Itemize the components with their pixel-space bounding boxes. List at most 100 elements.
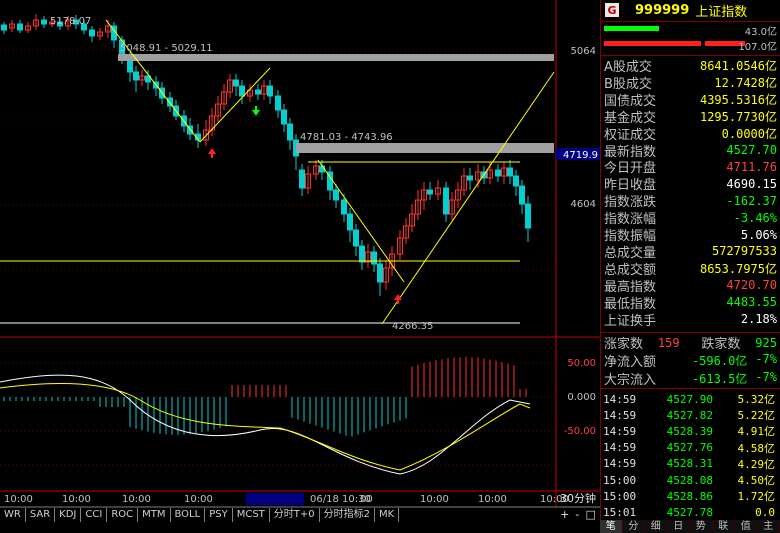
price-axis-label: 4604 bbox=[571, 199, 596, 210]
tick-time: 15:00 bbox=[603, 473, 637, 487]
period-selector[interactable]: 30分钟 bbox=[557, 492, 599, 506]
time-axis-label: 10:00 bbox=[62, 494, 91, 505]
tick-volume: 4.50亿 bbox=[737, 474, 776, 487]
candle-body bbox=[513, 175, 519, 187]
candle-body bbox=[287, 123, 293, 141]
fullscreen-button[interactable]: □ bbox=[586, 508, 596, 522]
indicator-tab[interactable]: 分时指标2 bbox=[320, 508, 376, 522]
tick-volume: 5.32亿 bbox=[737, 393, 776, 406]
candle-body bbox=[299, 169, 305, 189]
quote-value: 4395.5316亿 bbox=[699, 92, 777, 107]
sell-arrow-icon bbox=[252, 106, 260, 116]
quote-value: 4527.70 bbox=[726, 143, 777, 157]
candle-body bbox=[239, 85, 245, 97]
tick-price: 4528.39 bbox=[666, 424, 713, 438]
flow-pct: -7% bbox=[755, 352, 777, 366]
candle-body bbox=[507, 167, 513, 177]
trend-line-2 bbox=[199, 67, 271, 143]
candle-body bbox=[255, 89, 261, 95]
quote-value: 4720.70 bbox=[726, 278, 777, 293]
up-bar bbox=[604, 26, 659, 31]
tick-time: 14:59 bbox=[603, 457, 637, 471]
time-axis-label: 10:00 bbox=[184, 494, 213, 505]
quote-value: 1295.7730亿 bbox=[699, 109, 777, 124]
indicator-tab[interactable]: BOLL bbox=[171, 508, 206, 522]
candle-body bbox=[467, 175, 473, 181]
tick-volume: 1.72亿 bbox=[737, 490, 776, 504]
down-volume: 107.0亿 bbox=[738, 42, 777, 53]
quote-label: 上证换手 bbox=[604, 313, 657, 329]
quote-value: -3.46% bbox=[733, 210, 777, 225]
quote-header: G 999999 上证指数 bbox=[601, 0, 780, 20]
tick-price: 4527.78 bbox=[666, 505, 713, 519]
indicator-tab[interactable]: MTM bbox=[138, 508, 171, 522]
tick-price: 4527.82 bbox=[666, 408, 713, 422]
kline-chart[interactable]: 5178.07 5048.91 - 5029.11 4781.03 - 4743.9… bbox=[0, 0, 600, 533]
macd-axis-label: 50.00 bbox=[567, 358, 596, 369]
candle-body bbox=[133, 71, 139, 81]
down-bar bbox=[604, 41, 701, 46]
tick-volume: 5.22亿 bbox=[737, 409, 776, 423]
flow-row: 净流入额 -596.0亿 -7% bbox=[601, 352, 780, 370]
quote-value: -162.37 bbox=[726, 193, 777, 208]
quote-value: 4690.15 bbox=[726, 176, 777, 191]
indicator-tab[interactable]: KDJ bbox=[55, 508, 82, 522]
g-badge[interactable]: G bbox=[605, 3, 619, 17]
candle-body bbox=[333, 189, 339, 201]
tick-price: 4528.08 bbox=[666, 473, 713, 487]
candle-body bbox=[41, 19, 47, 25]
tick-price: 4528.86 bbox=[666, 489, 713, 503]
indicator-tab[interactable]: PSY bbox=[205, 508, 233, 522]
panel-tab[interactable]: 主 bbox=[757, 520, 780, 533]
tick-row: 14:59 4527.82 5.22亿 bbox=[601, 407, 780, 423]
tick-time: 14:59 bbox=[603, 392, 637, 406]
tick-time: 15:00 bbox=[603, 489, 637, 503]
panel-tab[interactable]: 联 bbox=[712, 520, 735, 533]
quote-panel: G 999999 上证指数 43.0亿 107.0亿 A股成交 8641.0546… bbox=[600, 0, 780, 533]
candle-body bbox=[233, 79, 239, 87]
panel-tab[interactable]: 细 bbox=[645, 520, 668, 533]
tick-time: 14:59 bbox=[603, 441, 637, 455]
quote-value: 572797533 bbox=[711, 244, 777, 259]
panel-tab[interactable]: 势 bbox=[690, 520, 713, 533]
indicator-tab[interactable]: CCI bbox=[81, 508, 108, 522]
breadth-row: 涨家数 159 跌家数 925 bbox=[604, 335, 777, 353]
high-label: 5178.07 bbox=[50, 16, 91, 27]
indicator-tab[interactable]: 分时T+0 bbox=[270, 508, 320, 522]
indicator-tab[interactable]: MK bbox=[375, 508, 400, 522]
chart-grid bbox=[0, 0, 600, 508]
flow-label: 净流入额 bbox=[604, 355, 657, 370]
macd-axis-label: -50.00 bbox=[564, 426, 596, 437]
candle-body bbox=[281, 109, 287, 125]
indicator-tab[interactable]: ROC bbox=[107, 508, 139, 522]
low-label: 4266.35 bbox=[392, 321, 433, 332]
panel-tabs: 笔分细日势联值主 bbox=[600, 520, 780, 533]
candle-body bbox=[427, 189, 433, 195]
index-name: 上证指数 bbox=[695, 4, 748, 20]
candle-body bbox=[341, 199, 347, 215]
tick-volume: 4.91亿 bbox=[737, 425, 776, 439]
panel-tab[interactable]: 日 bbox=[667, 520, 690, 533]
time-axis-label: 10:00 bbox=[420, 494, 449, 505]
panel-tab[interactable]: 笔 bbox=[600, 520, 623, 533]
panel-tab[interactable]: 分 bbox=[622, 520, 645, 533]
indicator-tab[interactable]: SAR bbox=[26, 508, 56, 522]
zoom-out-button[interactable]: - bbox=[575, 508, 579, 522]
time-axis-label: 10:00 bbox=[478, 494, 507, 505]
panel-tab[interactable]: 值 bbox=[735, 520, 758, 533]
quote-value: 2.18% bbox=[740, 312, 777, 326]
candle-body bbox=[377, 263, 383, 283]
tick-row: 14:59 4528.31 4.29亿 bbox=[601, 456, 780, 472]
quote-row: 最高指数 4720.70 bbox=[601, 277, 780, 295]
tick-time: 14:59 bbox=[603, 408, 637, 422]
zoom-in-button[interactable]: + bbox=[560, 508, 569, 522]
tick-price: 4527.90 bbox=[666, 392, 713, 406]
time-axis-label: 00 bbox=[360, 494, 373, 505]
indicator-tab[interactable]: WR bbox=[0, 508, 26, 522]
tick-price: 4527.76 bbox=[666, 441, 713, 455]
quote-value: 0.0000亿 bbox=[721, 126, 777, 141]
quote-row: 上证换手 2.18% bbox=[601, 311, 780, 329]
flow-label: 大宗流入 bbox=[604, 373, 657, 388]
candle-body bbox=[275, 95, 281, 111]
indicator-tab[interactable]: MCST bbox=[233, 508, 270, 522]
